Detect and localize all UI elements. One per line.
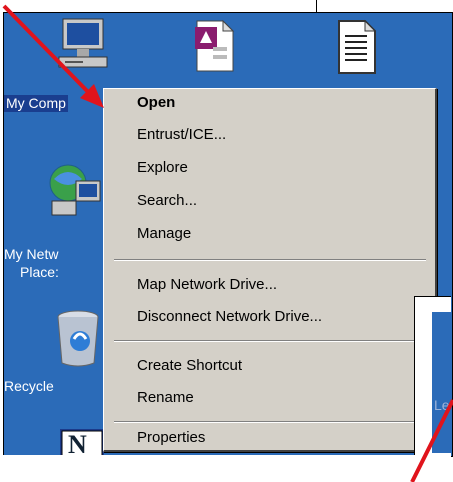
my-network-places-icon[interactable] <box>46 161 106 224</box>
partial-bottom-icon[interactable]: N <box>60 429 104 456</box>
bottom-margin <box>3 455 451 482</box>
menu-item-properties[interactable]: Properties <box>137 428 205 448</box>
access-document-icon[interactable] <box>187 17 239 78</box>
menu-item-map-network-drive[interactable]: Map Network Drive... <box>137 275 277 295</box>
menu-separator <box>114 259 426 261</box>
menu-item-search[interactable]: Search... <box>137 191 197 211</box>
menu-item-create-shortcut[interactable]: Create Shortcut <box>137 356 242 376</box>
my-network-places-label-1[interactable]: My Netw <box>4 246 58 263</box>
text-document-icon[interactable] <box>331 17 381 80</box>
my-computer-label[interactable]: My Comp <box>4 95 68 112</box>
menu-item-explore[interactable]: Explore <box>137 158 188 178</box>
my-computer-icon[interactable] <box>57 17 111 80</box>
my-network-places-label-2[interactable]: Place: <box>20 264 59 281</box>
menu-item-entrust-ice[interactable]: Entrust/ICE... <box>137 125 226 145</box>
menu-item-manage[interactable]: Manage <box>137 224 191 244</box>
recycle-bin-label[interactable]: Recycle <box>4 378 54 395</box>
menu-item-disconnect-network-drive[interactable]: Disconnect Network Drive... <box>137 307 322 327</box>
menu-separator <box>114 340 426 342</box>
frame-divider <box>316 0 317 12</box>
menu-separator <box>114 421 426 423</box>
partial-n-glyph: N <box>68 430 87 456</box>
menu-item-open[interactable]: Open <box>137 93 175 113</box>
recycle-bin-icon[interactable] <box>52 309 104 374</box>
context-menu: Open Entrust/ICE... Explore Search... Ma… <box>103 88 437 452</box>
menu-item-rename[interactable]: Rename <box>137 388 194 408</box>
inset-partial-label: Le <box>434 397 450 413</box>
inset-desktop-fragment <box>432 312 451 453</box>
